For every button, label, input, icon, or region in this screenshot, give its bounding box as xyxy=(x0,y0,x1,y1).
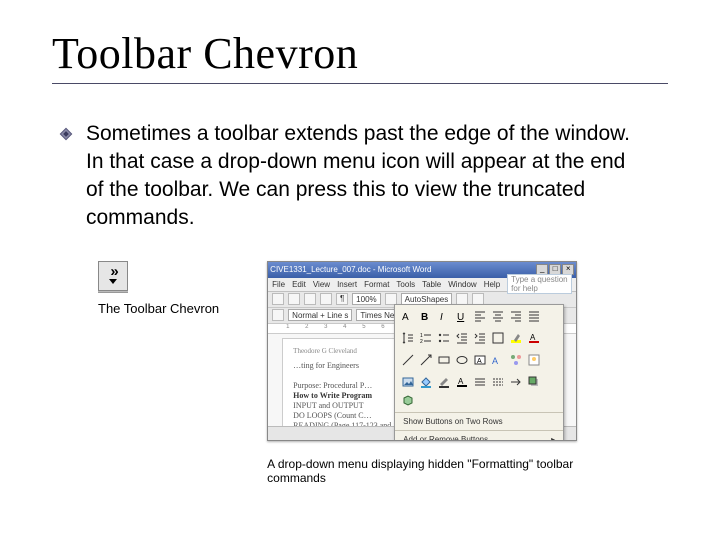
menu-bar: File Edit View Insert Format Tools Table… xyxy=(268,278,576,292)
figure-2-caption: A drop-down menu displaying hidden "Form… xyxy=(267,457,577,485)
zoom-select[interactable]: 100% xyxy=(352,293,380,305)
align-center-icon[interactable] xyxy=(491,309,505,323)
menu-item-label: Show Buttons on Two Rows xyxy=(403,417,502,426)
figure-1-caption: The Toolbar Chevron xyxy=(98,301,219,316)
menu-view[interactable]: View xyxy=(313,280,330,289)
svg-text:2: 2 xyxy=(420,339,423,345)
toolbar-button[interactable] xyxy=(320,293,332,305)
borders-icon[interactable] xyxy=(491,331,505,345)
slide-body: Sometimes a toolbar extends past the edg… xyxy=(52,120,668,485)
arrow-style-icon[interactable] xyxy=(509,375,523,389)
figure-chevron-icon: » The Toolbar Chevron xyxy=(98,261,219,316)
line-icon[interactable] xyxy=(401,353,415,367)
textbox-icon[interactable]: A xyxy=(473,353,487,367)
italic-icon[interactable]: I xyxy=(437,309,451,323)
chevron-down-icon xyxy=(109,279,117,284)
underline-icon[interactable]: U xyxy=(455,309,469,323)
toolbar-button[interactable] xyxy=(272,309,284,321)
bullet-item: Sometimes a toolbar extends past the edg… xyxy=(58,120,668,233)
svg-text:A: A xyxy=(492,356,498,366)
dash-style-icon[interactable] xyxy=(491,375,505,389)
fill-color-icon[interactable] xyxy=(419,375,433,389)
menu-edit[interactable]: Edit xyxy=(292,280,306,289)
toolbar-button[interactable] xyxy=(288,293,300,305)
diamond-bullet-icon xyxy=(58,126,74,142)
font-color-icon[interactable]: A xyxy=(527,331,541,345)
font-size-icon[interactable]: A xyxy=(401,309,415,323)
line-color-icon[interactable] xyxy=(437,375,451,389)
svg-text:A: A xyxy=(477,358,482,365)
slide-title: Toolbar Chevron xyxy=(52,28,668,79)
svg-text:B: B xyxy=(421,312,428,323)
menu-separator xyxy=(395,412,563,413)
toolbar-chevron-button[interactable]: » xyxy=(98,261,128,291)
show-on-two-rows-item[interactable]: Show Buttons on Two Rows xyxy=(395,414,563,429)
numbering-icon[interactable]: 12 xyxy=(419,331,433,345)
menu-table[interactable]: Table xyxy=(422,280,441,289)
insert-diagram-icon[interactable] xyxy=(509,353,523,367)
toolbar-button[interactable]: ¶ xyxy=(336,293,348,305)
3d-icon[interactable] xyxy=(401,393,415,407)
justify-icon[interactable] xyxy=(527,309,541,323)
overflow-icons-row: A A xyxy=(395,349,563,371)
line-style-icon[interactable] xyxy=(473,375,487,389)
insert-wordart-icon[interactable]: A xyxy=(491,353,505,367)
insert-picture-icon[interactable] xyxy=(401,375,415,389)
menu-file[interactable]: File xyxy=(272,280,285,289)
add-remove-buttons-item[interactable]: Add or Remove Buttons ▸ xyxy=(395,432,563,441)
slide: Toolbar Chevron Sometimes a toolbar exte… xyxy=(0,0,720,540)
word-window: CIVE1331_Lecture_007.doc - Microsoft Wor… xyxy=(267,261,577,441)
rectangle-icon[interactable] xyxy=(437,353,451,367)
figures-row: » The Toolbar Chevron CIVE1331_Lecture_0… xyxy=(58,261,668,485)
window-title: CIVE1331_Lecture_007.doc - Microsoft Wor… xyxy=(270,265,536,274)
overflow-icons-row: A B I U xyxy=(395,305,563,327)
bullets-icon[interactable] xyxy=(437,331,451,345)
menu-tools[interactable]: Tools xyxy=(396,280,415,289)
bullet-text: Sometimes a toolbar extends past the edg… xyxy=(86,120,646,233)
toolbar-button[interactable] xyxy=(304,293,316,305)
figure-word-window: CIVE1331_Lecture_007.doc - Microsoft Wor… xyxy=(267,261,577,485)
shadow-icon[interactable] xyxy=(527,375,541,389)
oval-icon[interactable] xyxy=(455,353,469,367)
menu-item-label: Add or Remove Buttons xyxy=(403,435,488,441)
menu-window[interactable]: Window xyxy=(448,280,476,289)
align-left-icon[interactable] xyxy=(473,309,487,323)
toolbar-overflow-menu: A B I U 12 xyxy=(394,304,564,441)
style-select[interactable]: Normal + Line s xyxy=(288,309,352,321)
svg-text:A: A xyxy=(458,377,464,386)
svg-text:A: A xyxy=(402,312,409,323)
svg-text:I: I xyxy=(440,312,443,323)
help-search-input[interactable]: Type a question for help xyxy=(507,274,572,294)
submenu-arrow-icon: ▸ xyxy=(551,435,555,441)
doc-header-left: Theodore G Cleveland xyxy=(293,347,357,356)
menu-separator xyxy=(395,430,563,431)
bold-icon[interactable]: B xyxy=(419,309,433,323)
font-color-2-icon[interactable]: A xyxy=(455,375,469,389)
overflow-icons-row: A xyxy=(395,371,563,411)
svg-text:A: A xyxy=(530,333,536,342)
menu-insert[interactable]: Insert xyxy=(337,280,357,289)
doc-line: Purpose: Procedural P… xyxy=(293,381,372,390)
line-spacing-icon[interactable] xyxy=(401,331,415,345)
menu-help[interactable]: Help xyxy=(484,280,500,289)
highlight-icon[interactable] xyxy=(509,331,523,345)
decrease-indent-icon[interactable] xyxy=(455,331,469,345)
arrow-icon[interactable] xyxy=(419,353,433,367)
insert-clipart-icon[interactable] xyxy=(527,353,541,367)
svg-text:U: U xyxy=(457,312,464,323)
menu-format[interactable]: Format xyxy=(364,280,389,289)
overflow-icons-row: 12 A xyxy=(395,327,563,349)
increase-indent-icon[interactable] xyxy=(473,331,487,345)
title-block: Toolbar Chevron xyxy=(52,28,668,84)
toolbar-button[interactable] xyxy=(272,293,284,305)
align-right-icon[interactable] xyxy=(509,309,523,323)
chevron-right-icon: » xyxy=(110,267,115,277)
